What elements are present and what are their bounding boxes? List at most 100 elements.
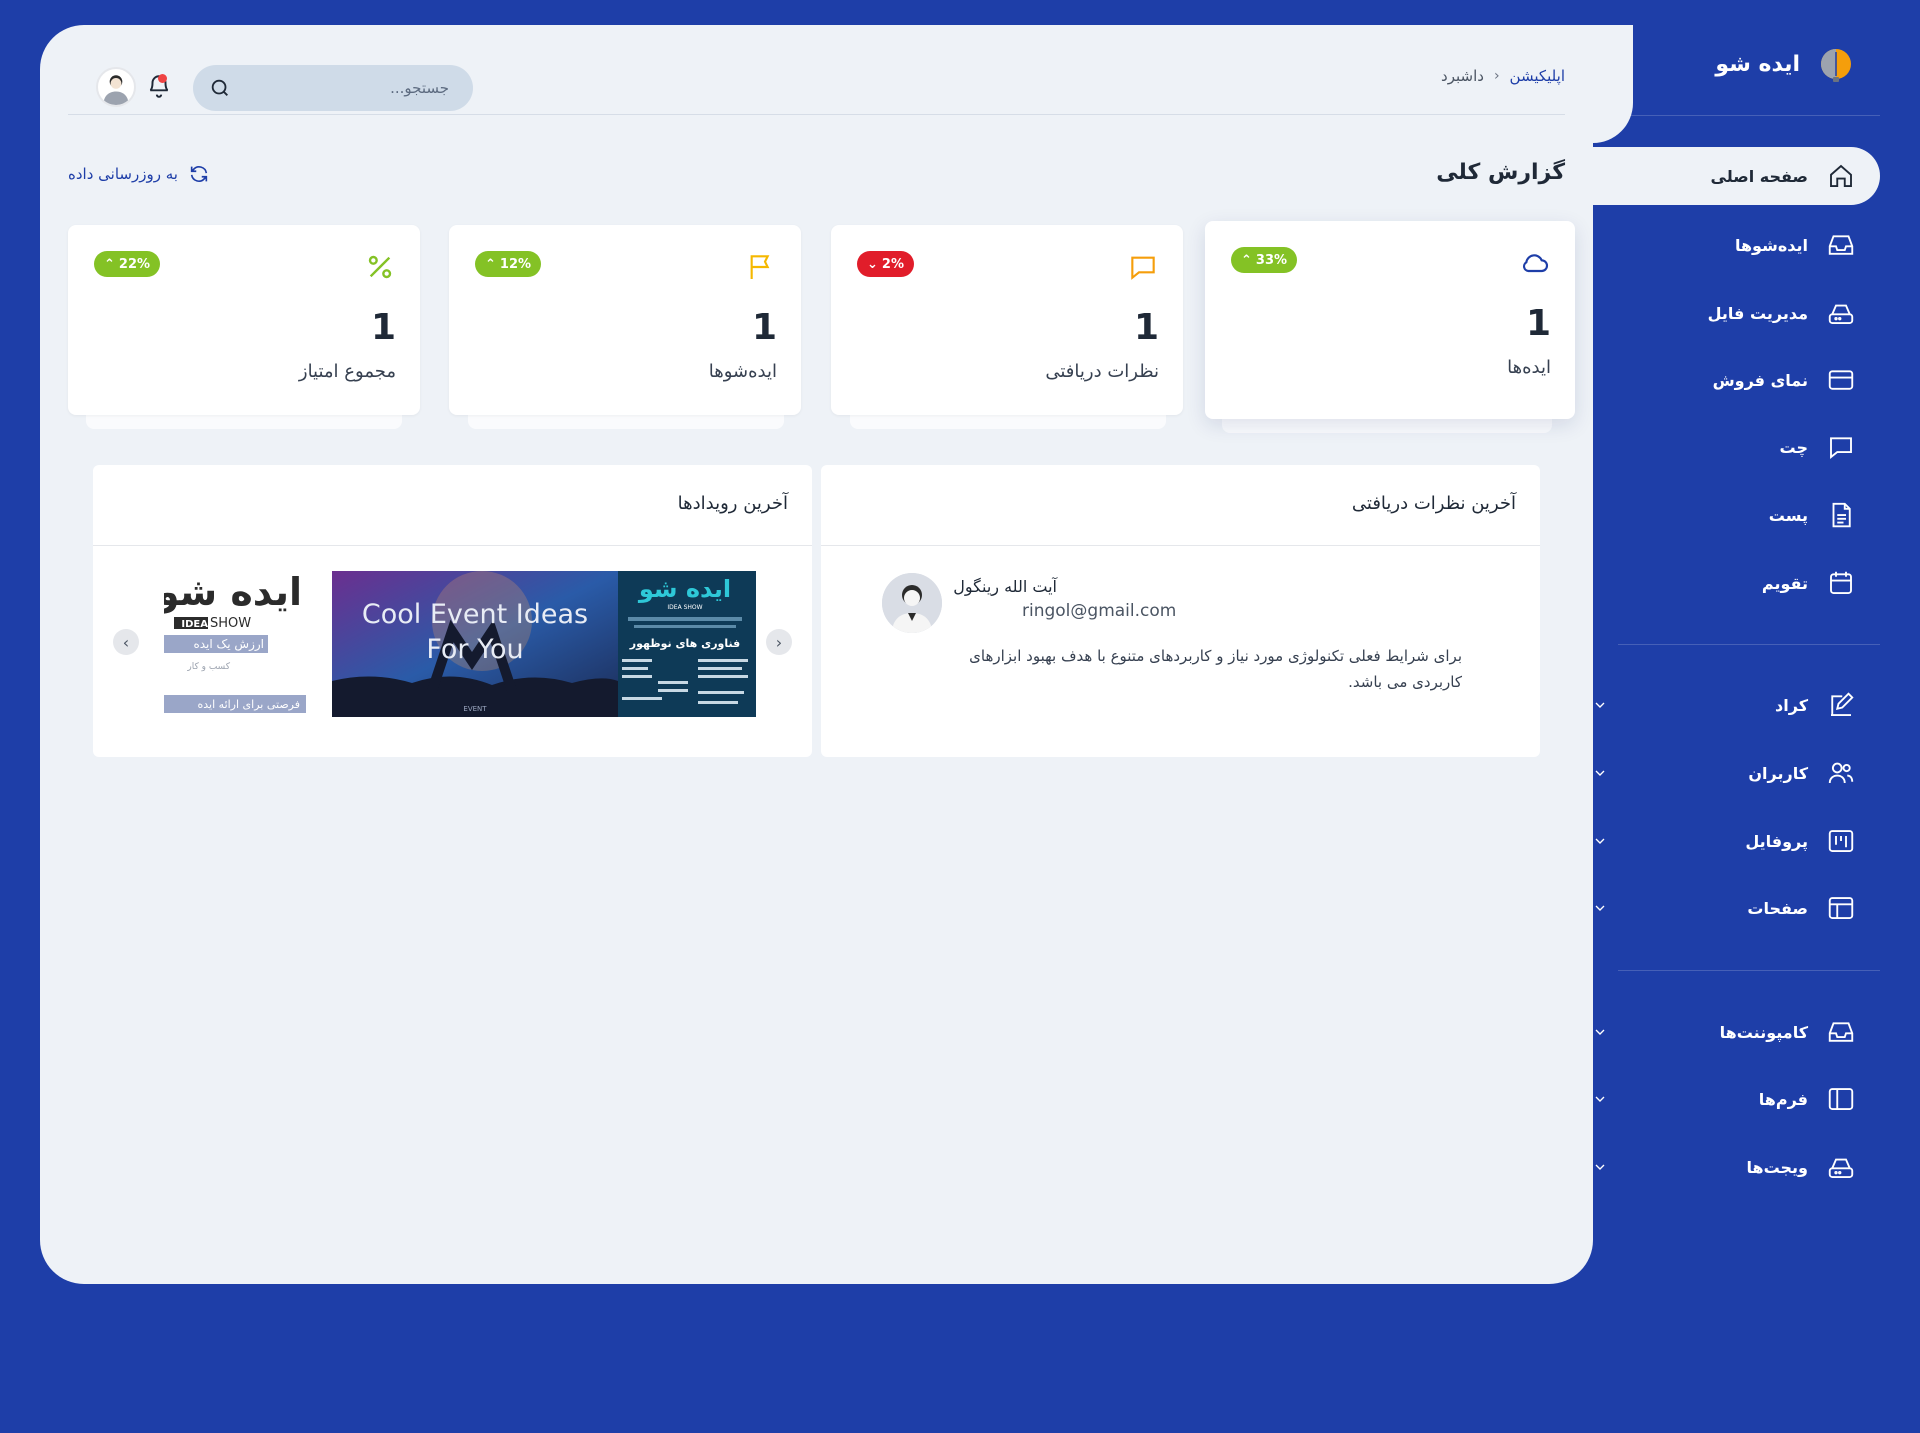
sidebar-item-label: تقویم — [1761, 573, 1808, 593]
svg-text:ایده شو: ایده شو — [164, 571, 302, 614]
panel-title: آخرین نظرات دریافتی — [1351, 493, 1516, 514]
stat-card-total-score[interactable]: ⌃ 22% 1 مجموع امتیاز — [68, 225, 420, 415]
commenter-avatar — [882, 573, 942, 633]
stat-card-ideashows[interactable]: ⌃ 12% 1 ایده‌شوها — [449, 225, 801, 415]
chevron-down-icon[interactable] — [1592, 900, 1608, 916]
change-value: 12% — [499, 256, 532, 272]
svg-text:EVENT: EVENT — [463, 705, 487, 713]
inbox-icon — [1828, 235, 1854, 255]
brand-name: ایده شو — [1715, 51, 1800, 77]
change-badge: ⌃ 12% — [475, 251, 542, 277]
refresh-data-button[interactable]: به روزرسانی داده — [68, 163, 210, 185]
commenter-email: ringol@gmail.com — [1022, 601, 1177, 621]
svg-text:ارزش یک ایده: ارزش یک ایده — [193, 637, 264, 652]
sidebar-item-home[interactable]: صفحه اصلی — [1592, 147, 1880, 205]
change-badge: ⌃ 33% — [1231, 247, 1298, 273]
event-slide[interactable]: ایده شو IDEA SHOW فناوری های نوظهور — [614, 571, 756, 717]
events-carousel: › ‹ ایده شو IDEA SHOW فناوری های نوظهور — [113, 571, 792, 719]
stat-card-comments[interactable]: ⌄ 2% 1 نظرات دریافتی — [831, 225, 1183, 415]
inbox-icon — [1828, 1022, 1854, 1042]
chevron-down-icon[interactable] — [1592, 697, 1608, 713]
event-poster-image: ایده شو IDEA SHOW فناوری های نوظهور — [614, 571, 756, 717]
sidebar-item-kanban[interactable]: پروفایل — [1592, 812, 1920, 870]
document-icon — [1832, 502, 1851, 528]
avatar-icon — [103, 75, 129, 105]
stat-label: ایده‌ها — [1507, 357, 1551, 378]
sidebar-item-label: کامپوننت‌ها — [1719, 1022, 1808, 1042]
sidebar-item-label: چت — [1779, 437, 1808, 457]
svg-text:فناوری های نوظهور: فناوری های نوظهور — [629, 637, 740, 650]
sidebar-item-drive[interactable]: مدیریت فایل — [1592, 284, 1920, 342]
sidebar-item-label: صفحات — [1747, 898, 1808, 918]
notification-dot — [158, 74, 167, 83]
event-headline-line: Cool Event Ideas — [362, 599, 588, 630]
sidebar-item-label: پروفایل — [1745, 831, 1808, 851]
event-concert-image: Cool Event Ideas For You EVENT — [332, 571, 618, 717]
sidebar-item-credit-card[interactable]: نمای فروش — [1592, 351, 1920, 409]
carousel-next-button[interactable]: › — [766, 629, 792, 655]
sidebar-item-label: کاربران — [1748, 763, 1808, 783]
card-stack-shadow — [468, 415, 784, 429]
event-slide[interactable]: Cool Event Ideas For You EVENT — [332, 571, 618, 717]
sidebar-item-document[interactable]: پست — [1592, 486, 1920, 544]
panel-divider — [93, 545, 812, 546]
chevron-down-icon[interactable] — [1592, 1091, 1608, 1107]
event-slide[interactable]: ایده شو IDEA SHOW ارزش یک ایده کسب و کار… — [164, 571, 306, 717]
change-badge: ⌄ 2% — [857, 251, 914, 277]
sidebar-item-label: صفحه اصلی — [1710, 166, 1808, 186]
sidebar-item-label: فرم‌ها — [1758, 1089, 1808, 1109]
search-input[interactable] — [231, 79, 457, 97]
cloud-icon — [1522, 254, 1548, 273]
commenter-name: آیت الله رینگول — [953, 577, 1057, 596]
chevron-down-icon[interactable] — [1592, 1024, 1608, 1040]
card-stack-shadow — [1222, 419, 1552, 433]
stat-value: 1 — [370, 307, 396, 348]
breadcrumb-separator-icon: ‹ — [1493, 68, 1500, 84]
stat-value: 1 — [751, 307, 777, 348]
edit-icon — [1831, 692, 1854, 716]
stat-value: 1 — [1525, 303, 1551, 344]
sidebar-item-layout[interactable]: صفحات — [1592, 879, 1920, 937]
sidebar-item-sidebar-layout[interactable]: فرم‌ها — [1592, 1070, 1920, 1128]
sidebar-item-calendar[interactable]: تقویم — [1592, 554, 1920, 612]
carousel-prev-button[interactable]: ‹ — [113, 629, 139, 655]
panel-divider — [821, 545, 1540, 546]
search-icon[interactable] — [209, 77, 231, 99]
sidebar-item-users[interactable]: کاربران — [1592, 744, 1920, 802]
breadcrumb: اپلیکیشن ‹ داشبرد — [1441, 67, 1565, 85]
svg-text:IDEA SHOW: IDEA SHOW — [667, 604, 702, 611]
svg-text:فرصتی برای ارائه ایده: فرصتی برای ارائه ایده — [198, 698, 300, 711]
chevron-down-icon[interactable] — [1592, 765, 1608, 781]
page-title: گزارش کلی — [1436, 160, 1565, 185]
top-bar: اپلیکیشن ‹ داشبرد — [68, 45, 1565, 115]
chevron-down-icon[interactable] — [1592, 1159, 1608, 1175]
panel-title: آخرین رویدادها — [677, 493, 788, 514]
sidebar-item-label: ایده‌شوها — [1734, 235, 1808, 255]
sidebar-item-inbox[interactable]: کامپوننت‌ها — [1592, 1003, 1920, 1061]
sidebar-item-label: ویجت‌ها — [1746, 1157, 1808, 1177]
change-value: 22% — [118, 256, 151, 272]
svg-text:For You: For You — [426, 634, 523, 665]
brand[interactable]: ایده شو — [1715, 44, 1856, 84]
svg-text:SHOW: SHOW — [210, 616, 251, 631]
stat-card-ideas[interactable]: ⌃ 33% 1 ایده‌ها — [1205, 221, 1575, 419]
drive-icon — [1828, 304, 1854, 324]
calendar-icon — [1830, 571, 1852, 594]
comment-text: برای شرایط فعلی تکنولوژی مورد نیاز و کار… — [969, 647, 1462, 691]
main-panel: اپلیکیشن ‹ داشبرد گزارش کلی به روزرسانی … — [40, 25, 1633, 1284]
stat-label: مجموع امتیاز — [298, 361, 396, 382]
sidebar-item-edit[interactable]: کراد — [1592, 676, 1920, 734]
breadcrumb-item-app[interactable]: اپلیکیشن — [1510, 67, 1565, 85]
sidebar-item-label: کراد — [1775, 695, 1808, 715]
trend-up-icon: ⌃ — [485, 256, 496, 272]
sidebar-item-chat[interactable]: چت — [1592, 418, 1920, 476]
sidebar-item-inbox[interactable]: ایده‌شوها — [1592, 216, 1920, 274]
sidebar-item-label: نمای فروش — [1712, 370, 1808, 390]
sidebar-item-drive[interactable]: ویجت‌ها — [1592, 1138, 1920, 1196]
stat-value: 1 — [1133, 307, 1159, 348]
event-banner-image: ایده شو IDEA SHOW ارزش یک ایده کسب و کار… — [164, 571, 306, 717]
chevron-down-icon[interactable] — [1592, 833, 1608, 849]
user-avatar[interactable] — [96, 67, 136, 107]
card-stack-shadow — [850, 415, 1166, 429]
change-value: 33% — [1255, 252, 1288, 268]
